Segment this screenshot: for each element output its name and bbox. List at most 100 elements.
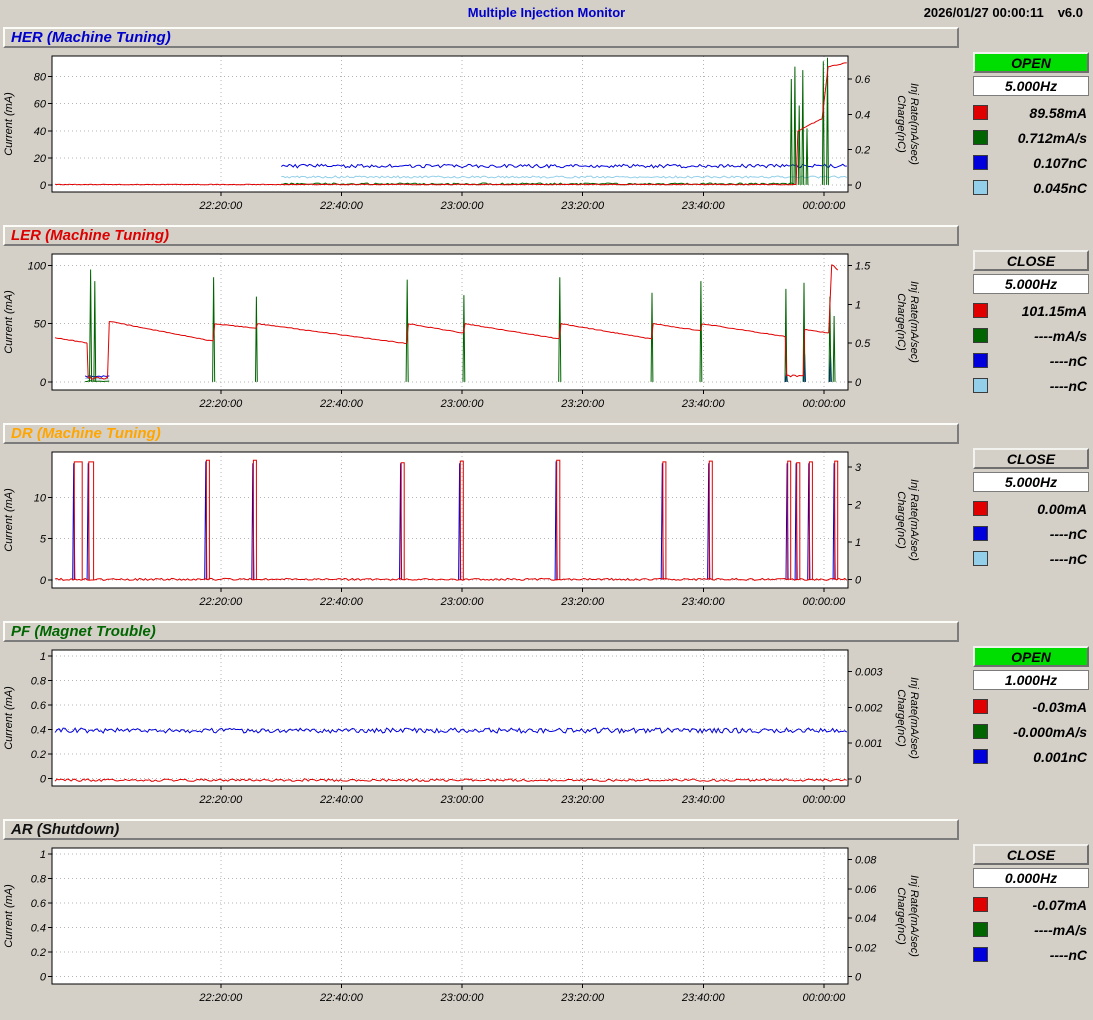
svg-text:0.06: 0.06 [855,884,877,896]
svg-text:0: 0 [40,180,47,192]
datetime-label: 2026/01/27 00:00:11 [924,5,1044,20]
red-legend-swatch [973,501,988,516]
reading-value: 101.15mA [988,303,1089,319]
svg-text:23:20:00: 23:20:00 [560,794,605,806]
svg-text:0.4: 0.4 [855,109,870,121]
svg-text:23:20:00: 23:20:00 [560,596,605,608]
svg-text:Inj Rate(mA/sec): Inj Rate(mA/sec) [908,677,920,759]
panel-her: HER (Machine Tuning) 02040608000.20.40.6… [0,27,1093,224]
svg-text:0: 0 [40,972,47,984]
reading-value: ----mA/s [988,922,1089,938]
beam-gate-status-button[interactable]: CLOSE [973,844,1089,865]
reading-row: ----nC [973,546,1089,571]
reading-row: 0.045nC [973,175,1089,200]
blue-legend-swatch [973,353,988,368]
svg-text:0.2: 0.2 [855,145,870,157]
panel-header-ar: AR (Shutdown) [3,819,959,840]
svg-text:0.5: 0.5 [855,338,871,350]
svg-text:2: 2 [854,500,861,512]
reading-value: ----nC [988,947,1089,963]
svg-text:3: 3 [855,462,862,474]
blue-legend-swatch [973,526,988,541]
red-legend-swatch [973,897,988,912]
beam-gate-status-button[interactable]: CLOSE [973,250,1089,271]
blue-legend-swatch [973,947,988,962]
svg-text:23:00:00: 23:00:00 [440,992,485,1004]
svg-text:00:00:00: 00:00:00 [802,398,846,410]
clock-and-version: 2026/01/27 00:00:11 v6.0 [924,5,1083,20]
svg-text:Current (mA): Current (mA) [3,884,15,948]
svg-text:0.6: 0.6 [855,74,871,86]
green-legend-swatch [973,328,988,343]
readings: -0.03mA-0.000mA/s0.001nC [973,694,1089,769]
reading-value: ----mA/s [988,328,1089,344]
reading-value: 0.712mA/s [988,130,1089,146]
reading-value: -0.000mA/s [988,724,1089,740]
reading-value: -0.07mA [988,897,1089,913]
svg-text:Current (mA): Current (mA) [3,290,15,354]
svg-text:00:00:00: 00:00:00 [802,596,846,608]
window-titlebar: Multiple Injection Monitor 2026/01/27 00… [0,0,1093,26]
svg-text:00:00:00: 00:00:00 [802,992,846,1004]
svg-text:23:20:00: 23:20:00 [560,398,605,410]
reading-value: 0.107nC [988,155,1089,171]
svg-text:0.08: 0.08 [855,855,877,867]
readings: 0.00mA ----nC ----nC [973,496,1089,571]
svg-text:00:00:00: 00:00:00 [802,200,846,212]
panel-pf: PF (Magnet Trouble) 00.20.40.60.8100.001… [0,621,1093,818]
blue-legend-swatch [973,155,988,170]
svg-text:50: 50 [34,319,47,331]
svg-text:23:20:00: 23:20:00 [560,992,605,1004]
svg-text:0.04: 0.04 [855,913,876,925]
svg-text:1: 1 [40,651,46,663]
svg-text:22:20:00: 22:20:00 [198,398,243,410]
svg-text:100: 100 [28,261,47,273]
info-box-pf: OPEN 1.000Hz -0.03mA-0.000mA/s0.001nC [973,646,1089,769]
svg-text:23:40:00: 23:40:00 [681,992,726,1004]
reading-value: ----nC [988,526,1089,542]
chart-ler: 05010000.511.522:20:0022:40:0023:00:0023… [0,249,962,426]
svg-text:Charge(nC): Charge(nC) [895,95,907,153]
red-legend-swatch [973,303,988,318]
green-legend-swatch [973,130,988,145]
red-legend-swatch [973,699,988,714]
svg-text:0.001: 0.001 [855,738,883,750]
reading-row: 89.58mA [973,100,1089,125]
readings: -0.07mA ----mA/s ----nC [973,892,1089,967]
reading-row: 0.00mA [973,496,1089,521]
stripchart-her: 02040608000.20.40.622:20:0022:40:0023:00… [0,51,962,223]
chart-dr: 0510012322:20:0022:40:0023:00:0023:20:00… [0,447,962,624]
beam-gate-status-button[interactable]: OPEN [973,52,1089,73]
reading-value: 0.045nC [988,180,1089,196]
stripchart-ar: 00.20.40.60.8100.020.040.060.0822:20:002… [0,843,962,1015]
reading-value: ----nC [988,551,1089,567]
panel-header-dr: DR (Machine Tuning) [3,423,959,444]
panel-ar: AR (Shutdown) 00.20.40.60.8100.020.040.0… [0,819,1093,1016]
svg-text:23:20:00: 23:20:00 [560,200,605,212]
svg-text:Current (mA): Current (mA) [3,686,15,750]
svg-text:1: 1 [855,537,861,549]
panel-title: DR (Machine Tuning) [11,425,161,442]
green-legend-swatch [973,922,988,937]
svg-text:0.4: 0.4 [31,725,46,737]
svg-text:0: 0 [855,377,862,389]
svg-text:60: 60 [34,99,47,111]
panel-ler: LER (Machine Tuning) 05010000.511.522:20… [0,225,1093,422]
svg-text:22:20:00: 22:20:00 [198,200,243,212]
svg-text:0.2: 0.2 [31,947,46,959]
reading-row: ----nC [973,521,1089,546]
injection-frequency-display: 0.000Hz [973,868,1089,888]
panel-header-her: HER (Machine Tuning) [3,27,959,48]
svg-text:1: 1 [40,849,46,861]
svg-text:0: 0 [855,972,862,984]
svg-text:23:00:00: 23:00:00 [440,596,485,608]
beam-gate-status-button[interactable]: OPEN [973,646,1089,667]
reading-row: ----mA/s [973,917,1089,942]
svg-text:23:40:00: 23:40:00 [681,596,726,608]
beam-gate-status-button[interactable]: CLOSE [973,448,1089,469]
injection-frequency-display: 5.000Hz [973,472,1089,492]
chart-ar: 00.20.40.60.8100.020.040.060.0822:20:002… [0,843,962,1020]
reading-row: 0.107nC [973,150,1089,175]
svg-text:23:40:00: 23:40:00 [681,398,726,410]
lightblue-legend-swatch [973,551,988,566]
